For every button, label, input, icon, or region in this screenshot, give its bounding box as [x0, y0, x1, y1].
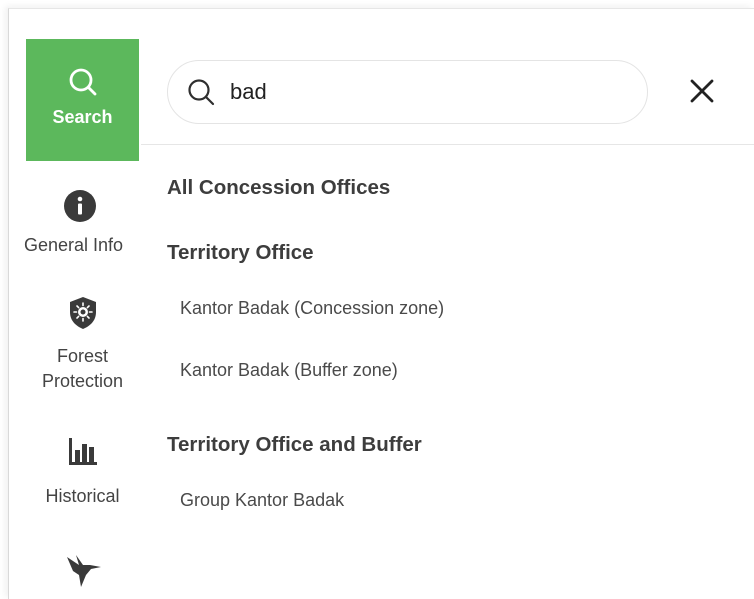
search-panel: Search General Info Forest Protection Hi… — [8, 8, 754, 599]
result-item[interactable]: Kantor Badak (Buffer zone) — [180, 360, 398, 381]
divider — [141, 144, 754, 145]
sidebar-item-label-line1: Forest — [56, 346, 108, 366]
search-icon — [66, 63, 100, 101]
sidebar-item-general-info[interactable]: General Info — [20, 187, 139, 258]
search-bar — [167, 60, 648, 124]
result-item[interactable]: Kantor Badak (Concession zone) — [180, 298, 444, 319]
close-button[interactable] — [685, 76, 719, 110]
close-icon — [689, 78, 715, 109]
result-item[interactable]: Group Kantor Badak — [180, 490, 344, 511]
sidebar-item-forest-protection[interactable]: Forest Protection — [26, 294, 139, 394]
sidebar-item-historical[interactable]: Historical — [26, 432, 139, 509]
sidebar-item-search[interactable]: Search — [26, 39, 139, 161]
section-heading-territory-office-and-buffer: Territory Office and Buffer — [167, 433, 422, 456]
result-all-concession-offices[interactable]: All Concession Offices — [167, 176, 390, 200]
sidebar-item-wildlife[interactable] — [26, 551, 139, 589]
sidebar-item-label: Historical — [45, 486, 120, 506]
bar-chart-icon — [66, 432, 100, 470]
hummingbird-icon — [63, 551, 103, 589]
info-icon — [63, 187, 97, 225]
search-input[interactable] — [228, 78, 612, 106]
sidebar-item-label: Search — [52, 107, 113, 127]
section-heading-territory-office: Territory Office — [167, 241, 314, 264]
search-icon — [186, 77, 216, 107]
sidebar-item-label-line2: Protection — [41, 371, 124, 391]
sidebar-item-label: General Info — [23, 235, 124, 255]
shield-icon — [67, 294, 99, 332]
